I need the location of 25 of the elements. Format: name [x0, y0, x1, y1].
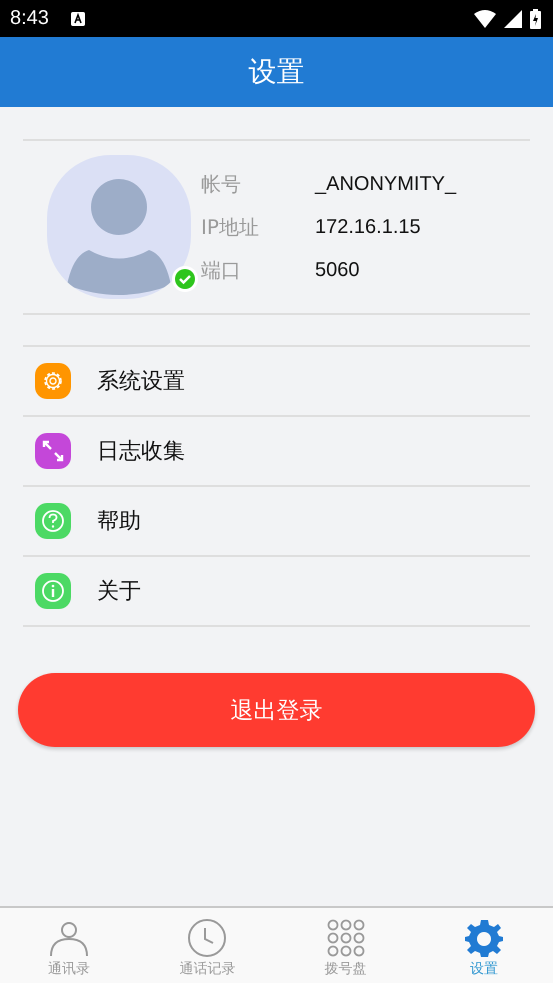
tab[interactable]: 通讯录 [0, 908, 138, 983]
tab[interactable]: 设置 [414, 908, 553, 983]
menu-item[interactable]: 帮助 [23, 487, 530, 557]
clock-icon [187, 918, 228, 958]
field-value: 5060 [315, 258, 360, 282]
menu-item[interactable]: 系统设置 [23, 347, 530, 417]
field-label: 帐号 [201, 170, 242, 198]
logout-button[interactable]: 退出登录 [18, 673, 535, 747]
field-value: _ANONYMITY_ [315, 172, 456, 196]
tab[interactable]: 拨号盘 [276, 908, 415, 983]
status-time: 8:43 [10, 7, 49, 30]
tab[interactable]: 通话记录 [138, 908, 276, 983]
user-silhouette-icon [67, 179, 171, 295]
dialpad-icon [326, 918, 366, 958]
menu-item[interactable]: 关于 [23, 557, 530, 627]
page-title: 设置 [248, 54, 304, 90]
notification-icon [70, 12, 85, 26]
wifi-icon [474, 10, 496, 28]
field-label: 端口 [201, 256, 242, 284]
battery-icon [530, 8, 541, 28]
signal-icon [504, 10, 522, 28]
field-value: 172.16.1.15 [315, 216, 421, 238]
field-label: IP地址 [201, 214, 260, 240]
menu-item[interactable]: 日志收集 [23, 417, 530, 487]
settings-icon [464, 918, 504, 958]
